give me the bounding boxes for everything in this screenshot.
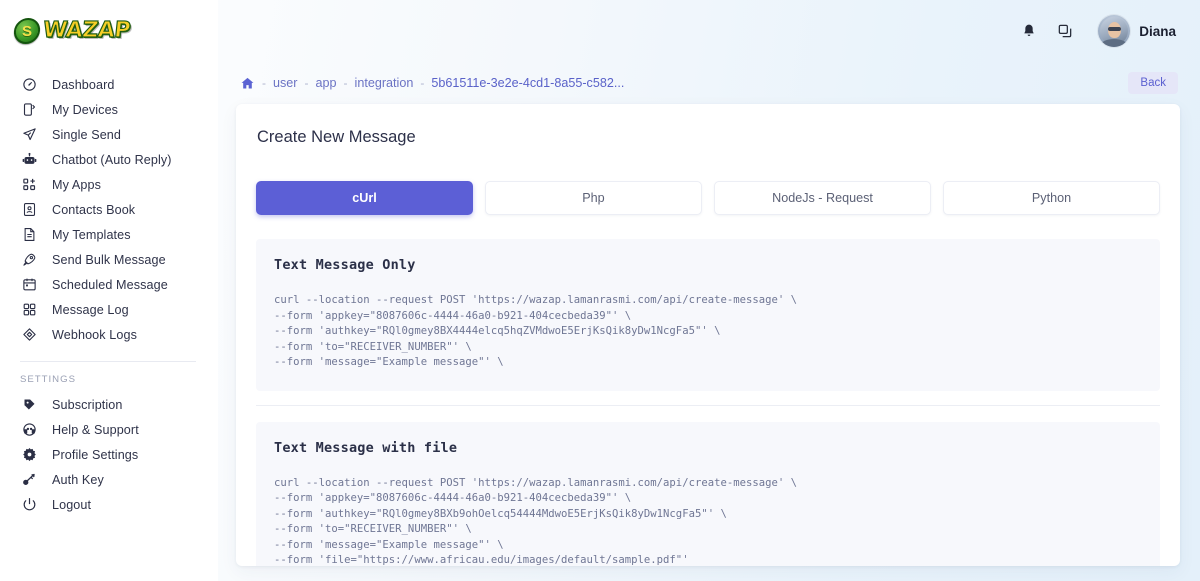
content-area: - user - app - integration - 5b61511e-3e… bbox=[218, 62, 1200, 581]
subscription-tag-icon bbox=[20, 396, 38, 414]
user-name: Diana bbox=[1139, 23, 1176, 39]
device-icon bbox=[20, 101, 38, 119]
gauge-icon bbox=[20, 76, 38, 94]
sidebar-item-scheduled-message[interactable]: Scheduled Message bbox=[0, 272, 218, 297]
wazap-logo-icon: S WAZAP bbox=[12, 17, 132, 44]
sidebar-item-label: Contacts Book bbox=[52, 202, 136, 217]
sidebar-item-label: Webhook Logs bbox=[52, 327, 137, 342]
sidebar-item-label: My Apps bbox=[52, 177, 101, 192]
calendar-icon bbox=[20, 276, 38, 294]
create-message-card: Create New Message cUrl Php NodeJs - Req… bbox=[236, 104, 1180, 566]
user-menu[interactable]: Diana bbox=[1098, 15, 1176, 47]
sidebar-item-label: Send Bulk Message bbox=[52, 252, 166, 267]
sidebar-item-send-bulk-message[interactable]: Send Bulk Message bbox=[0, 247, 218, 272]
sidebar-item-label: Dashboard bbox=[52, 77, 115, 92]
key-icon bbox=[20, 471, 38, 489]
code-block-title: Text Message Only bbox=[274, 257, 416, 273]
sidebar-item-label: Single Send bbox=[52, 127, 122, 142]
breadcrumb-separator: - bbox=[343, 76, 348, 90]
breadcrumb-item-id: 5b61511e-3e2e-4cd1-8a55-c582... bbox=[431, 76, 625, 90]
sidebar-item-message-log[interactable]: Message Log bbox=[0, 297, 218, 322]
sidebar-item-webhook-logs[interactable]: Webhook Logs bbox=[0, 322, 218, 347]
sidebar-item-auth-key[interactable]: Auth Key bbox=[0, 467, 218, 492]
power-icon bbox=[20, 496, 38, 514]
sidebar: S WAZAP Dashboard My Devices Single Send… bbox=[0, 0, 218, 581]
sidebar-item-label: Help & Support bbox=[52, 422, 139, 437]
sidebar-item-label: My Templates bbox=[52, 227, 131, 242]
sidebar-item-label: Logout bbox=[52, 497, 92, 512]
sidebar-item-contacts-book[interactable]: Contacts Book bbox=[0, 197, 218, 222]
robot-icon bbox=[20, 151, 38, 169]
rocket-icon bbox=[20, 251, 38, 269]
tab-nodejs-request[interactable]: NodeJs - Request bbox=[714, 181, 931, 215]
avatar bbox=[1098, 15, 1131, 47]
breadcrumb-separator: - bbox=[304, 76, 309, 90]
copy-icon[interactable] bbox=[1050, 16, 1080, 46]
main-area: Diana - user - app - integration - 5b615… bbox=[186, 0, 1200, 581]
sidebar-item-my-devices[interactable]: My Devices bbox=[0, 97, 218, 122]
home-icon[interactable] bbox=[240, 76, 255, 91]
sidebar-item-dashboard[interactable]: Dashboard bbox=[0, 72, 218, 97]
sidebar-item-label: Subscription bbox=[52, 397, 123, 412]
sidebar-item-label: My Devices bbox=[52, 102, 119, 117]
code-block-text-message-only: Text Message Only curl --location --requ… bbox=[256, 239, 1160, 391]
contact-card-icon bbox=[20, 201, 38, 219]
paper-plane-icon bbox=[20, 126, 38, 144]
breadcrumb-item-user[interactable]: user bbox=[273, 76, 298, 90]
code-block-divider bbox=[256, 404, 1160, 406]
language-tabs: cUrl Php NodeJs - Request Python bbox=[256, 181, 1160, 215]
sidebar-item-help-support[interactable]: Help & Support bbox=[0, 417, 218, 442]
sidebar-item-chatbot[interactable]: Chatbot (Auto Reply) bbox=[0, 147, 218, 172]
apps-grid-plus-icon bbox=[20, 176, 38, 194]
sidebar-item-my-templates[interactable]: My Templates bbox=[0, 222, 218, 247]
sidebar-nav: Dashboard My Devices Single Send Chatbot… bbox=[0, 62, 218, 517]
breadcrumb-bar: - user - app - integration - 5b61511e-3e… bbox=[236, 62, 1180, 104]
bell-icon[interactable] bbox=[1014, 16, 1044, 46]
breadcrumb-item-app[interactable]: app bbox=[316, 76, 337, 90]
tab-php[interactable]: Php bbox=[485, 181, 702, 215]
logo-badge: S bbox=[12, 18, 42, 44]
log-blocks-icon bbox=[20, 301, 38, 319]
code-block-text-message-with-file: Text Message with file curl --location -… bbox=[256, 421, 1160, 567]
sidebar-item-label: Scheduled Message bbox=[52, 277, 168, 292]
topbar: Diana bbox=[186, 0, 1200, 62]
headset-icon bbox=[20, 421, 38, 439]
code-snippet[interactable]: curl --location --request POST 'https://… bbox=[274, 476, 1142, 567]
sidebar-item-label: Message Log bbox=[52, 302, 129, 317]
brand-logo[interactable]: S WAZAP bbox=[0, 0, 218, 62]
tab-python[interactable]: Python bbox=[943, 181, 1160, 215]
logo-badge-letter: S bbox=[21, 22, 32, 40]
sidebar-item-subscription[interactable]: Subscription bbox=[0, 392, 218, 417]
breadcrumb-item-integration[interactable]: integration bbox=[355, 76, 414, 90]
document-icon bbox=[20, 226, 38, 244]
sidebar-item-profile-settings[interactable]: Profile Settings bbox=[0, 442, 218, 467]
gear-icon bbox=[20, 446, 38, 464]
sidebar-section-settings-label: SETTINGS bbox=[20, 374, 76, 385]
sidebar-item-single-send[interactable]: Single Send bbox=[0, 122, 218, 147]
breadcrumb: - user - app - integration - 5b61511e-3e… bbox=[240, 76, 624, 91]
sidebar-item-logout[interactable]: Logout bbox=[0, 492, 218, 517]
back-button[interactable]: Back bbox=[1128, 72, 1178, 94]
webhook-diamond-icon bbox=[20, 326, 38, 344]
sidebar-item-label: Auth Key bbox=[52, 472, 104, 487]
breadcrumb-separator: - bbox=[420, 76, 425, 90]
sidebar-item-my-apps[interactable]: My Apps bbox=[0, 172, 218, 197]
tab-curl[interactable]: cUrl bbox=[256, 181, 473, 215]
sidebar-item-label: Chatbot (Auto Reply) bbox=[52, 152, 172, 167]
page-title: Create New Message bbox=[257, 128, 416, 146]
logo-text: WAZAP bbox=[41, 17, 132, 43]
app-root: S WAZAP Dashboard My Devices Single Send… bbox=[0, 0, 1200, 581]
breadcrumb-separator: - bbox=[262, 76, 266, 90]
code-snippet[interactable]: curl --location --request POST 'https://… bbox=[274, 293, 1142, 371]
sidebar-item-label: Profile Settings bbox=[52, 447, 139, 462]
sidebar-divider bbox=[20, 361, 196, 362]
code-block-title: Text Message with file bbox=[274, 439, 458, 456]
